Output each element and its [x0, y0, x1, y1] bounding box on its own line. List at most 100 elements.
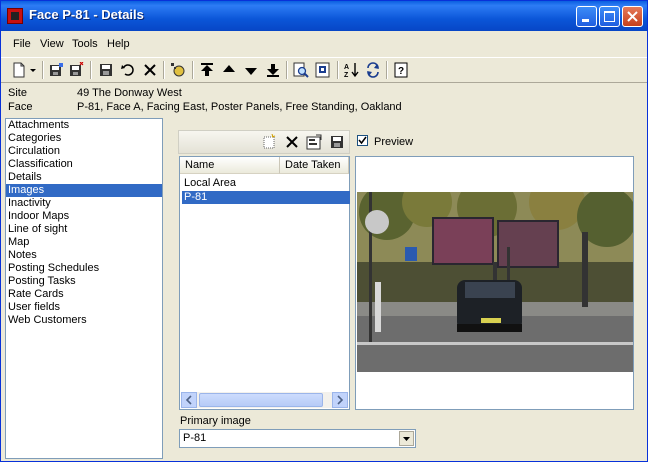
toolbar-separator [286, 61, 288, 79]
save-all-button[interactable] [47, 61, 65, 79]
save-all-icon [50, 63, 63, 76]
image-preview [355, 156, 634, 410]
report-icon [315, 62, 330, 78]
image-properties-button[interactable] [305, 133, 323, 151]
section-item-attachments[interactable]: Attachments [6, 119, 162, 132]
section-item-map[interactable]: Map [6, 236, 162, 249]
section-item-indoor-maps[interactable]: Indoor Maps [6, 210, 162, 223]
svg-text:A: A [344, 64, 349, 71]
save-image-button[interactable] [328, 133, 346, 151]
primary-image-value: P-81 [183, 432, 207, 444]
scroll-left-button[interactable] [181, 392, 197, 408]
app-icon [7, 8, 23, 24]
move-up-button[interactable] [220, 61, 238, 79]
arrow-bottom-icon [267, 64, 279, 77]
delete-image-icon [286, 136, 298, 148]
save-disk-icon [100, 64, 112, 76]
maximize-button[interactable] [599, 6, 620, 27]
move-first-button[interactable] [198, 61, 216, 79]
primary-image-label: Primary image [180, 415, 251, 427]
toolbar-separator [337, 61, 339, 79]
image-list-scrollbar[interactable] [181, 392, 348, 408]
details-window: Face P-81 - Details File View Tools Help [0, 0, 648, 462]
sort-az-icon: AZ [344, 63, 359, 78]
section-item-details[interactable]: Details [6, 171, 162, 184]
save-button[interactable] [97, 61, 115, 79]
section-item-categories[interactable]: Categories [6, 132, 162, 145]
billboard-photo [357, 192, 633, 372]
preview-checkbox[interactable] [357, 135, 368, 146]
primary-image-dropdown-button[interactable] [399, 431, 414, 446]
delete-x-icon [144, 64, 156, 76]
svg-text:Z: Z [344, 72, 349, 78]
title-bar[interactable]: Face P-81 - Details [1, 1, 647, 31]
section-item-inactivity[interactable]: Inactivity [6, 197, 162, 210]
arrow-down-icon [245, 68, 257, 75]
section-item-line-of-sight[interactable]: Line of sight [6, 223, 162, 236]
sort-button[interactable]: AZ [342, 61, 360, 79]
close-button[interactable] [622, 6, 643, 27]
save-close-button[interactable] [67, 61, 85, 79]
new-document-icon [13, 62, 25, 78]
section-item-classification[interactable]: Classification [6, 158, 162, 171]
delete-button[interactable] [141, 61, 159, 79]
minimize-button[interactable] [576, 6, 597, 27]
find-icon [293, 62, 309, 78]
new-button[interactable] [10, 61, 28, 79]
close-icon [627, 11, 638, 22]
menu-view[interactable]: View [40, 38, 64, 50]
scroll-right-button[interactable] [332, 392, 348, 408]
scroll-thumb[interactable] [199, 393, 323, 407]
menu-file[interactable]: File [13, 38, 31, 50]
face-value: P-81, Face A, Facing East, Poster Panels… [77, 101, 402, 113]
move-down-button[interactable] [242, 61, 260, 79]
site-value: 49 The Donway West [77, 87, 182, 99]
menu-bar: File View Tools Help [1, 35, 647, 55]
image-row-p-81[interactable]: P-81 [182, 191, 350, 204]
refresh-icon [367, 62, 379, 78]
save-disk-icon [331, 136, 343, 148]
section-list: Attachments Categories Circulation Class… [5, 118, 163, 459]
svg-text:?: ? [398, 66, 404, 77]
section-item-posting-schedules[interactable]: Posting Schedules [6, 262, 162, 275]
face-tool-button[interactable] [169, 61, 187, 79]
column-header-date-taken[interactable]: Date Taken [280, 157, 349, 174]
face-label: Face [8, 101, 33, 113]
toolbar-separator [42, 61, 44, 79]
section-item-posting-tasks[interactable]: Posting Tasks [6, 275, 162, 288]
report-button[interactable] [314, 61, 332, 79]
main-toolbar: AZ ? [1, 57, 647, 83]
section-item-circulation[interactable]: Circulation [6, 145, 162, 158]
toolbar-separator [386, 61, 388, 79]
undo-icon [121, 64, 134, 76]
find-button[interactable] [292, 61, 310, 79]
menu-help[interactable]: Help [107, 38, 130, 50]
refresh-button[interactable] [364, 61, 382, 79]
properties-icon [306, 134, 322, 150]
chevron-right-icon [337, 395, 344, 405]
new-dropdown-button[interactable] [28, 61, 38, 79]
chevron-down-icon [403, 437, 410, 441]
toolbar-separator [192, 61, 194, 79]
section-item-rate-cards[interactable]: Rate Cards [6, 288, 162, 301]
arrow-up-icon [223, 65, 235, 72]
primary-image-select[interactable]: P-81 [179, 429, 416, 448]
preview-label: Preview [374, 136, 414, 148]
image-row-local-area[interactable]: Local Area [182, 177, 236, 190]
section-item-notes[interactable]: Notes [6, 249, 162, 262]
section-item-web-customers[interactable]: Web Customers [6, 314, 162, 327]
dropdown-arrow-icon [30, 69, 36, 72]
new-image-button[interactable] [260, 133, 278, 151]
menu-tools[interactable]: Tools [72, 38, 98, 50]
section-item-user-fields[interactable]: User fields [6, 301, 162, 314]
column-header-name[interactable]: Name [180, 157, 280, 174]
help-button[interactable]: ? [392, 61, 410, 79]
move-last-button[interactable] [264, 61, 282, 79]
toolbar-separator [90, 61, 92, 79]
section-item-images[interactable]: Images [6, 184, 162, 197]
arrow-top-icon [201, 63, 213, 76]
toolbar-separator [163, 61, 165, 79]
delete-image-button[interactable] [283, 133, 301, 151]
undo-button[interactable] [119, 61, 137, 79]
chevron-left-icon [185, 395, 192, 405]
